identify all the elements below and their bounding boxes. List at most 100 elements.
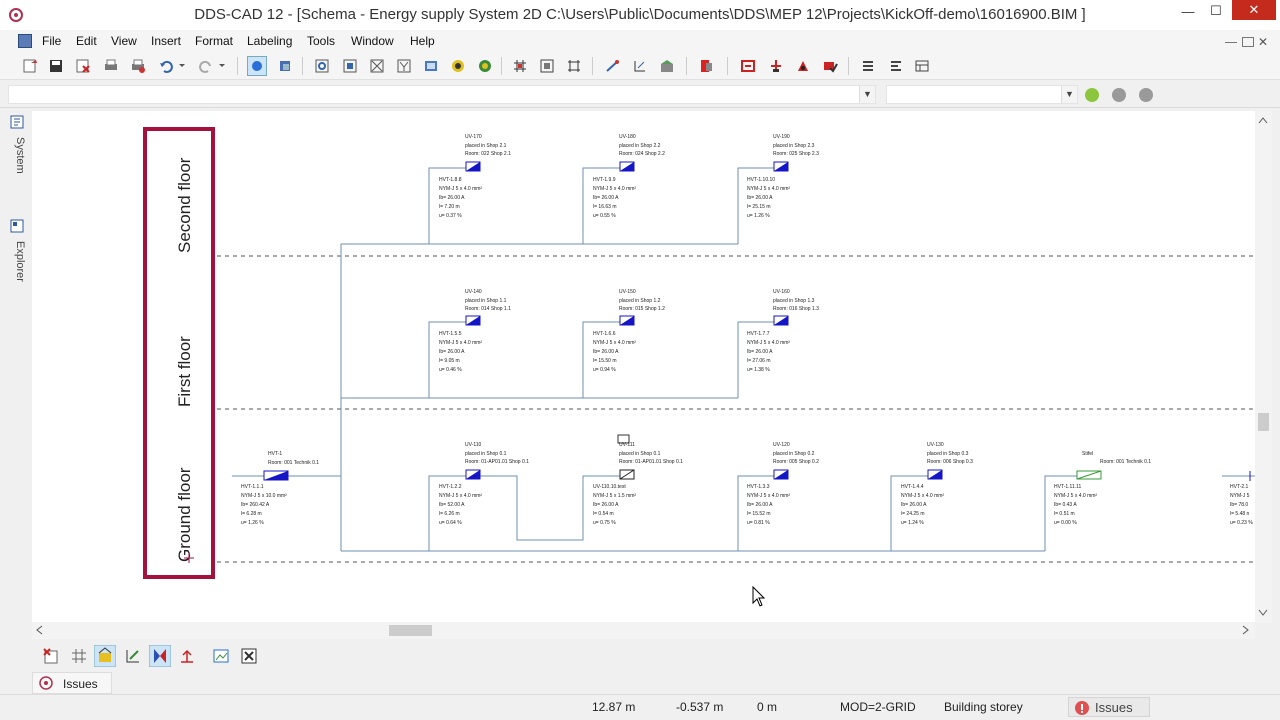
new-project-icon[interactable] (20, 56, 40, 76)
svg-text:l= 7.20 m: l= 7.20 m (439, 204, 460, 210)
svg-text:NYM-J 5 x 4.0 mm²: NYM-J 5 x 4.0 mm² (747, 186, 790, 192)
circuit-icon[interactable] (766, 56, 786, 76)
select-mode-icon[interactable] (247, 56, 267, 76)
bottom-toolbar (32, 644, 332, 668)
shading-icon[interactable] (475, 56, 495, 76)
render-icon[interactable] (448, 56, 468, 76)
dimension-icon[interactable] (630, 56, 650, 76)
menu-tools[interactable]: Tools (307, 34, 335, 48)
status-gray-icon[interactable] (1139, 88, 1153, 102)
redo-icon[interactable] (196, 56, 216, 76)
issues-status-button[interactable]: Issues (1068, 697, 1150, 717)
cancel-selection-icon[interactable] (240, 647, 258, 665)
symbol-library-icon[interactable] (657, 56, 677, 76)
view-panel-icon[interactable] (421, 56, 441, 76)
status-ok-icon[interactable] (1085, 88, 1099, 102)
image-icon[interactable] (212, 647, 230, 665)
print-setup-icon[interactable] (128, 56, 148, 76)
scroll-left-icon[interactable] (36, 625, 43, 635)
undo-dropdown-icon[interactable] (176, 56, 188, 76)
scroll-right-icon[interactable] (1242, 625, 1249, 635)
mode-readout[interactable]: MOD=2-GRID (840, 700, 916, 714)
mdi-close-button[interactable]: ✕ (1258, 36, 1270, 48)
svg-text:NYM-J 5 x 4.0 mm²: NYM-J 5 x 4.0 mm² (747, 340, 790, 346)
ortho-mode-icon[interactable] (124, 647, 142, 665)
svg-text:Ib= 26.00 A: Ib= 26.00 A (439, 195, 465, 201)
zoom-previous-icon[interactable] (394, 56, 414, 76)
drawing-canvas[interactable]: Second floor First floor Ground floor HV… (32, 111, 1255, 623)
object-properties-icon[interactable] (696, 56, 716, 76)
tab-issues[interactable]: Issues (32, 672, 112, 694)
grid-snap-icon[interactable] (510, 56, 530, 76)
menu-view[interactable]: View (111, 34, 137, 48)
tab-explorer[interactable]: Explorer (8, 241, 26, 282)
style-combo[interactable]: ▼ (886, 85, 1078, 104)
mdi-minimize-button[interactable] (1225, 42, 1237, 44)
status-gray-icon[interactable] (1112, 88, 1126, 102)
mouse-cursor-icon (752, 585, 766, 607)
layers-icon[interactable] (275, 56, 295, 76)
distributor-label-uv160: UV-160 placed in Shop 1.3 Room: 016 Shop 1… (747, 289, 819, 373)
mirror-icon[interactable] (149, 645, 171, 667)
distributor-label-uv110: UV-110 placed in Shop 0.1 Room: 01-AP01.01… (439, 442, 529, 526)
save-icon[interactable] (46, 56, 66, 76)
redo-dropdown-icon[interactable] (216, 56, 228, 76)
mdi-restore-button[interactable] (1242, 37, 1254, 47)
check-icon[interactable] (820, 56, 840, 76)
zoom-extents-icon[interactable] (367, 56, 387, 76)
maximize-button[interactable]: ☐ (1203, 0, 1229, 22)
calculate-icon[interactable] (793, 56, 813, 76)
svg-text:Room: 001 Technik 0.1: Room: 001 Technik 0.1 (1100, 459, 1151, 465)
menu-insert[interactable]: Insert (151, 34, 181, 48)
svg-text:Ib= 0.43 A: Ib= 0.43 A (1054, 502, 1077, 508)
list-icon[interactable] (858, 56, 878, 76)
svg-text:NYM-J 5 x 4.0 mm²: NYM-J 5 x 4.0 mm² (593, 186, 636, 192)
chevron-down-icon[interactable]: ▼ (1061, 86, 1077, 103)
measure-icon[interactable] (603, 56, 623, 76)
snap-window-icon[interactable] (537, 56, 557, 76)
scroll-down-icon[interactable] (1258, 609, 1268, 616)
distributor-icon[interactable] (738, 56, 758, 76)
menu-format[interactable]: Format (195, 34, 233, 48)
zoom-all-icon[interactable] (340, 56, 360, 76)
main-distributor-labels: HVT-1 Room: 001 Technik 0.1 HVT-1.1.1 NY… (241, 451, 319, 526)
horizontal-scrollbar[interactable] (32, 622, 1255, 639)
undo-icon[interactable] (156, 56, 176, 76)
vertical-scrollbar[interactable] (1255, 111, 1272, 623)
chevron-down-icon[interactable]: ▼ (859, 86, 875, 103)
system-tree-icon[interactable] (10, 115, 24, 129)
report-icon[interactable] (886, 56, 906, 76)
distributor-label-uv130: UV-130 placed in Shop 0.3 Room: 006 Shop 0… (901, 442, 973, 526)
menu-window[interactable]: Window (351, 34, 394, 48)
menu-file[interactable]: File (42, 34, 61, 48)
explorer-icon[interactable] (10, 219, 24, 233)
svg-text:HVT-1.1.1: HVT-1.1.1 (241, 484, 264, 490)
svg-text:placed in Shop 2.1: placed in Shop 2.1 (465, 143, 507, 149)
vertical-scroll-thumb[interactable] (1258, 413, 1269, 431)
horizontal-scroll-thumb[interactable] (389, 625, 432, 636)
schema-diagram[interactable]: Second floor First floor Ground floor HV… (32, 111, 1255, 623)
svg-text:UV-110: UV-110 (465, 442, 482, 448)
delete-marks-icon[interactable] (42, 647, 60, 665)
menu-labeling[interactable]: Labeling (247, 34, 292, 48)
document-icon[interactable] (18, 34, 32, 48)
tab-system[interactable]: System (8, 137, 26, 174)
svg-text:l= 16.63 m: l= 16.63 m (593, 204, 617, 210)
menu-help[interactable]: Help (410, 34, 435, 48)
close-button[interactable]: ✕ (1232, 0, 1276, 20)
print-icon[interactable] (101, 56, 121, 76)
layer-combo[interactable]: ▼ (8, 85, 876, 104)
ortho-icon[interactable] (564, 56, 584, 76)
scroll-up-icon[interactable] (1258, 117, 1268, 124)
table-icon[interactable] (912, 56, 932, 76)
close-document-icon[interactable] (73, 56, 93, 76)
menu-edit[interactable]: Edit (76, 34, 97, 48)
grid-icon[interactable] (70, 647, 88, 665)
context-readout[interactable]: Building storey (944, 700, 1023, 714)
zoom-window-icon[interactable] (312, 56, 332, 76)
svg-text:u= 1.24 %: u= 1.24 % (901, 520, 924, 526)
arrow-up-icon[interactable] (178, 647, 196, 665)
svg-text:placed in Shop 1.3: placed in Shop 1.3 (773, 298, 815, 304)
snap-icon[interactable] (94, 645, 116, 667)
minimize-button[interactable]: — (1175, 0, 1201, 22)
